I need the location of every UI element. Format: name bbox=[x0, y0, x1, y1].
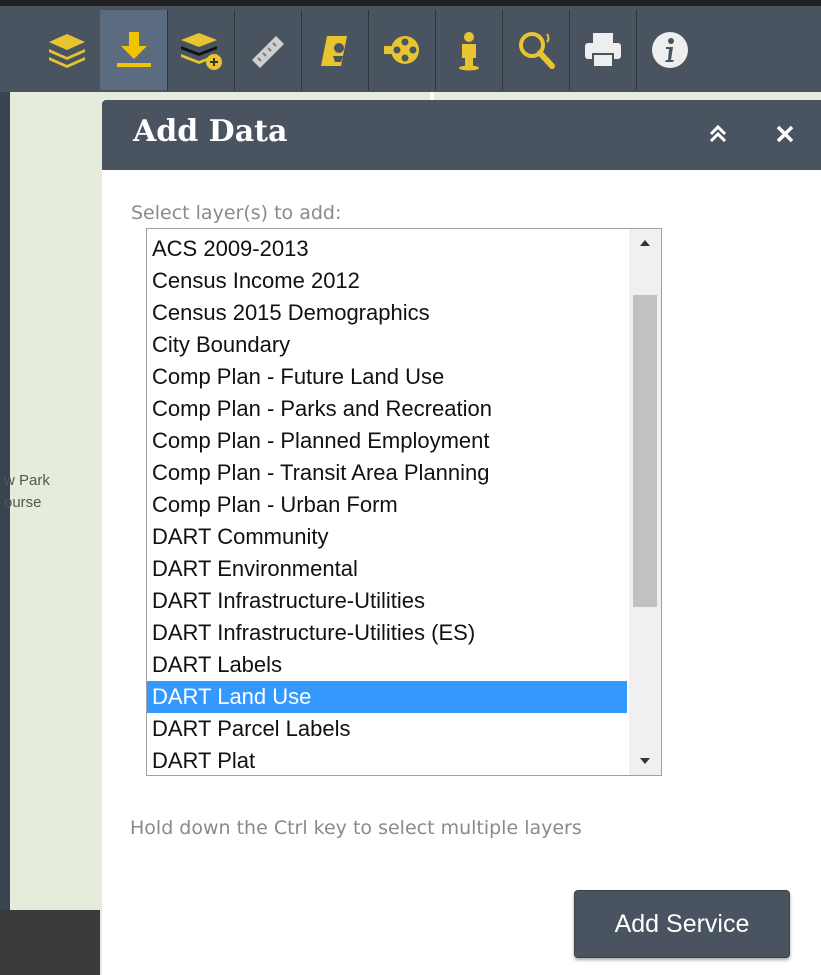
layer-list: ACS 2009-2013 Census Income 2012 Census 20… bbox=[147, 233, 627, 775]
layer-option[interactable]: City Boundary bbox=[147, 329, 627, 361]
info-icon bbox=[651, 32, 688, 68]
layer-option[interactable]: Census Income 2012 bbox=[147, 265, 627, 297]
close-button[interactable] bbox=[767, 116, 803, 152]
layer-option[interactable]: DART Infrastructure-Utilities bbox=[147, 585, 627, 617]
scroll-down-button[interactable] bbox=[629, 747, 661, 775]
layer-option[interactable]: Comp Plan - Transit Area Planning bbox=[147, 457, 627, 489]
layers-button[interactable] bbox=[33, 10, 101, 90]
arrow-down-icon bbox=[640, 758, 650, 764]
search-icon bbox=[518, 32, 555, 69]
panel-header: Add Data bbox=[102, 100, 821, 170]
search-button[interactable] bbox=[502, 10, 570, 90]
layer-option[interactable]: Comp Plan - Planned Employment bbox=[147, 425, 627, 457]
print-button[interactable] bbox=[569, 10, 637, 90]
listbox-scrollbar[interactable] bbox=[629, 229, 661, 775]
info-button[interactable] bbox=[636, 10, 703, 90]
measure-button[interactable] bbox=[234, 10, 302, 90]
close-icon bbox=[776, 125, 794, 143]
layer-option[interactable]: DART Environmental bbox=[147, 553, 627, 585]
layer-option[interactable]: Comp Plan - Parks and Recreation bbox=[147, 393, 627, 425]
arrow-up-icon bbox=[640, 240, 650, 246]
layer-listbox[interactable]: ACS 2009-2013 Census Income 2012 Census 20… bbox=[146, 228, 662, 776]
toolbar bbox=[0, 0, 821, 92]
scroll-thumb[interactable] bbox=[633, 295, 657, 607]
add-data-button[interactable] bbox=[100, 10, 168, 90]
map-label-course: ourse bbox=[4, 494, 42, 511]
add-service-button[interactable]: Add Service bbox=[574, 890, 790, 958]
add-data-panel: Add Data Select layer(s) to add: ACS 200… bbox=[102, 100, 821, 975]
add-layer-button[interactable] bbox=[167, 10, 235, 90]
theater-icon bbox=[383, 36, 419, 64]
street-view-button[interactable] bbox=[301, 10, 369, 90]
scroll-up-button[interactable] bbox=[629, 229, 661, 257]
layer-option[interactable]: DART Land Use bbox=[147, 681, 627, 713]
pegman-button[interactable] bbox=[435, 10, 503, 90]
select-layers-label: Select layer(s) to add: bbox=[131, 202, 342, 224]
layer-option[interactable]: Comp Plan - Future Land Use bbox=[147, 361, 627, 393]
download-icon bbox=[116, 32, 151, 67]
layer-option[interactable]: DART Plat bbox=[147, 745, 627, 775]
street-view-icon bbox=[320, 36, 347, 66]
map-road bbox=[430, 92, 434, 100]
chevron-double-up-icon bbox=[709, 124, 727, 143]
layer-option[interactable]: DART Labels bbox=[147, 649, 627, 681]
multi-select-hint: Hold down the Ctrl key to select multipl… bbox=[130, 817, 582, 839]
layer-option[interactable]: Comp Plan - Urban Form bbox=[147, 489, 627, 521]
layer-option[interactable]: Census 2015 Demographics bbox=[147, 297, 627, 329]
layer-option[interactable]: ACS 2009-2013 bbox=[147, 233, 627, 265]
print-icon bbox=[584, 33, 621, 68]
layer-option[interactable]: DART Parcel Labels bbox=[147, 713, 627, 745]
ruler-icon bbox=[251, 36, 284, 68]
layer-option[interactable]: DART Infrastructure-Utilities (ES) bbox=[147, 617, 627, 649]
layer-option[interactable]: DART Community bbox=[147, 521, 627, 553]
collapse-button[interactable] bbox=[700, 116, 736, 152]
pegman-icon bbox=[458, 32, 479, 71]
panel-title: Add Data bbox=[133, 114, 288, 149]
map-footer-strip bbox=[0, 910, 100, 975]
layers-icon bbox=[48, 34, 85, 68]
media-button[interactable] bbox=[368, 10, 436, 90]
map-label-park: w Park bbox=[4, 472, 50, 489]
add-layer-icon bbox=[180, 33, 222, 70]
